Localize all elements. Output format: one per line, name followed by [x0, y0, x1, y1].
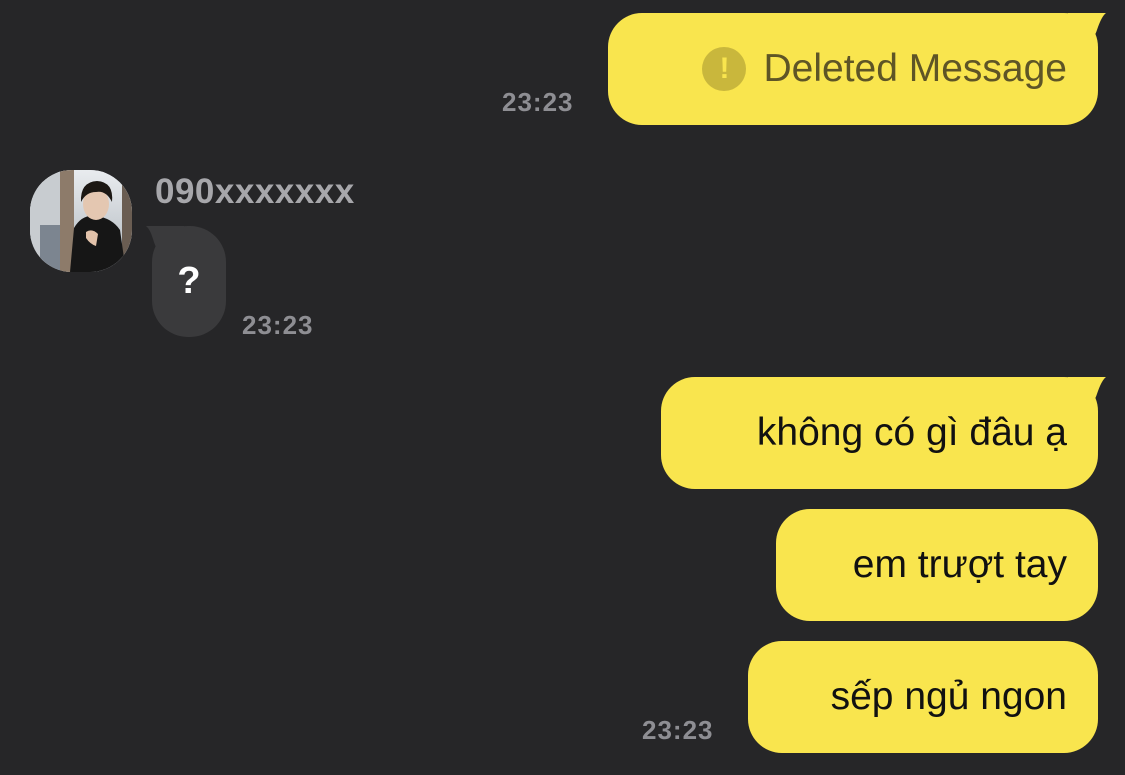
sender-name: 090xxxxxxx — [155, 172, 355, 211]
message-text: em trượt tay — [852, 543, 1067, 586]
bubble-tail — [1068, 377, 1106, 411]
message-timestamp: 23:23 — [502, 87, 574, 117]
message-bubble-outgoing[interactable]: em trượt tay — [776, 509, 1098, 621]
message-text: Deleted Message — [763, 47, 1067, 90]
bubble-tail — [146, 226, 184, 260]
chat-thread[interactable]: ! Deleted Message 23:23 090xxxxxxx ? 23:… — [0, 0, 1125, 775]
message-bubble-outgoing[interactable]: không có gì đâu ạ — [661, 377, 1098, 489]
message-text: ? — [177, 260, 201, 302]
message-bubble-outgoing[interactable]: sếp ngủ ngon — [748, 641, 1098, 753]
message-text: sếp ngủ ngon — [830, 675, 1067, 718]
bubble-tail — [1068, 13, 1106, 47]
message-text: không có gì đâu ạ — [756, 411, 1067, 454]
message-bubble-deleted[interactable]: ! Deleted Message — [608, 13, 1098, 125]
exclamation-circle-icon: ! — [702, 47, 747, 91]
profile-photo — [30, 170, 132, 272]
avatar[interactable] — [30, 170, 132, 272]
message-timestamp: 23:23 — [242, 310, 314, 340]
message-timestamp: 23:23 — [642, 715, 714, 745]
